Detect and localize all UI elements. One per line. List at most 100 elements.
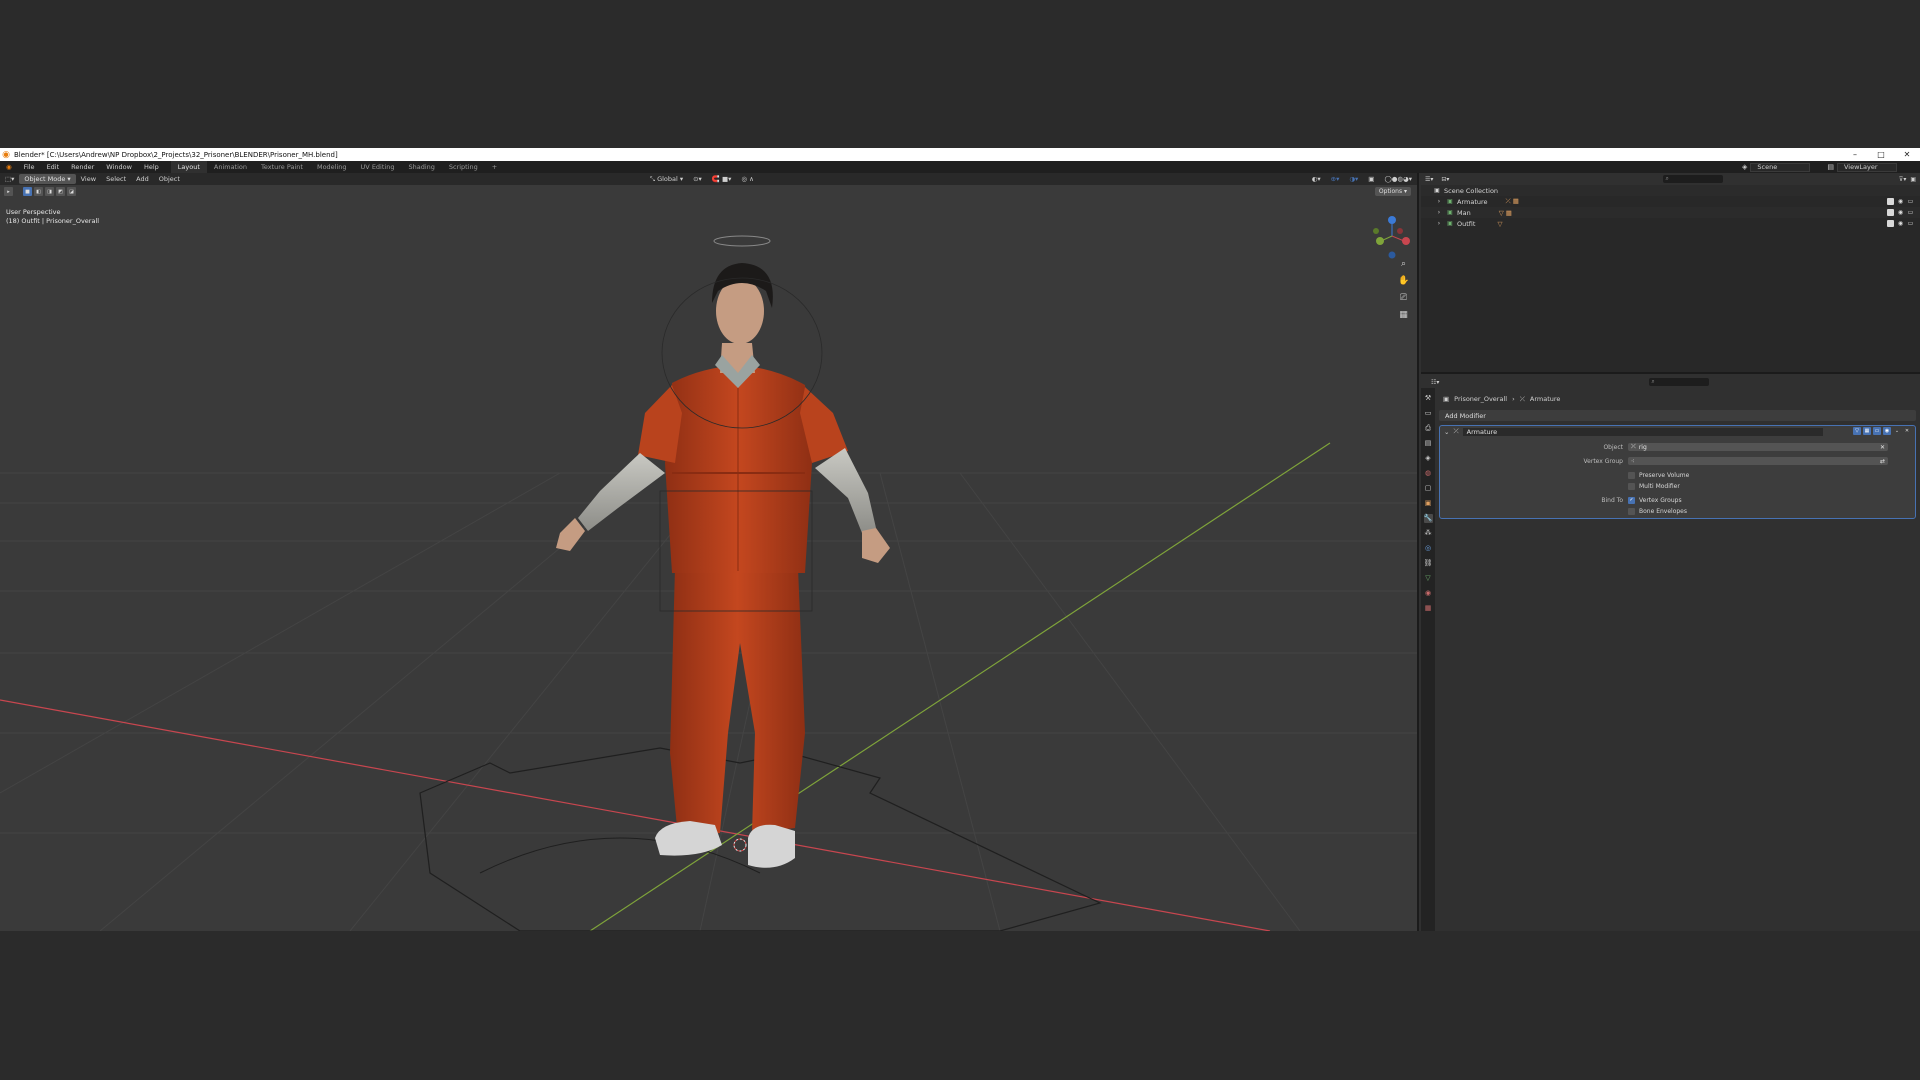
xray-toggle-icon[interactable]: ▣ — [1363, 175, 1379, 183]
pan-hand-icon[interactable]: ✋ — [1398, 276, 1409, 287]
expand-arrow-icon[interactable]: › — [1435, 209, 1443, 217]
menu-select[interactable]: Select — [101, 175, 131, 183]
material-tab-icon[interactable]: ◉ — [1424, 589, 1433, 598]
outliner-item-outfit[interactable]: › ▣ Outfit ▽ ✓ ◉ ▭ — [1421, 218, 1920, 229]
tab-texture-paint[interactable]: Texture Paint — [254, 161, 310, 173]
select-invert-icon[interactable]: ◩ — [56, 187, 65, 196]
collection-tab-icon[interactable]: ▢ — [1424, 484, 1433, 493]
tab-uv-editing[interactable]: UV Editing — [354, 161, 402, 173]
dropdown-icon[interactable]: ⌄ — [1893, 427, 1901, 435]
clear-icon[interactable]: ✕ — [1880, 444, 1885, 451]
select-tool-icon[interactable]: ▸ — [4, 187, 13, 196]
collapse-arrow-icon[interactable]: ⌄ — [1444, 428, 1449, 436]
constraints-tab-icon[interactable]: ⛓ — [1424, 559, 1433, 568]
bone-envelopes-checkbox[interactable] — [1628, 507, 1635, 515]
select-intersect-icon[interactable]: ◪ — [67, 187, 76, 196]
exclude-checkbox[interactable]: ✓ — [1887, 220, 1894, 227]
properties-search-input[interactable]: ⌕ — [1649, 378, 1710, 386]
expand-arrow-icon[interactable]: › — [1435, 198, 1443, 206]
outliner-item-man[interactable]: › ▣ Man ▽ ▦ ✓ ◉ ▭ — [1421, 207, 1920, 218]
close-button[interactable]: ✕ — [1894, 150, 1920, 159]
pivot-icon[interactable]: ⊙▾ — [688, 175, 707, 183]
3d-viewport[interactable]: ⬚▾ Object Mode ▾ View Select Add Object ⤡… — [0, 173, 1419, 931]
overlay-toggle-icon[interactable]: ◑▾ — [1344, 175, 1363, 183]
menu-window[interactable]: Window — [100, 163, 138, 171]
eye-icon[interactable]: ◉ — [1897, 220, 1904, 227]
vertex-groups-checkbox[interactable]: ✓ — [1628, 496, 1635, 504]
remove-modifier-icon[interactable]: ✕ — [1903, 427, 1911, 435]
expand-arrow-icon[interactable]: › — [1435, 220, 1443, 228]
view-layer-tab-icon[interactable]: ▤ — [1424, 439, 1433, 448]
multi-modifier-checkbox[interactable] — [1628, 482, 1635, 490]
render-icon[interactable]: ▭ — [1907, 198, 1914, 205]
mode-dropdown[interactable]: Object Mode ▾ — [19, 174, 76, 184]
menu-add[interactable]: Add — [131, 175, 154, 183]
outliner-search-input[interactable]: ⌕ — [1663, 175, 1724, 183]
camera-view-icon[interactable]: ⎚ — [1398, 293, 1409, 304]
modifier-name-field[interactable]: Armature — [1462, 427, 1823, 436]
transform-orientation-dropdown[interactable]: ⤡ Global ▾ — [645, 175, 688, 184]
menu-file[interactable]: File — [18, 163, 41, 171]
editor-type-icon[interactable]: ⬚▾ — [0, 175, 19, 183]
outliner-item-armature[interactable]: › ▣ Armature ⤫ ▦ ✓ ◉ ▭ — [1421, 196, 1920, 207]
add-workspace-button[interactable]: + — [485, 161, 504, 173]
physics-tab-icon[interactable]: ◎ — [1424, 544, 1433, 553]
particles-tab-icon[interactable]: ⁂ — [1424, 529, 1433, 538]
viewport-toggle-icon[interactable]: ▭ — [1873, 427, 1881, 435]
snap-icon[interactable]: 🧲 ■▾ — [707, 175, 737, 183]
exclude-checkbox[interactable]: ✓ — [1887, 198, 1894, 205]
tool-tab-icon[interactable]: ⚒ — [1424, 394, 1433, 403]
render-toggle-icon[interactable]: ◉ — [1883, 427, 1891, 435]
render-icon[interactable]: ▭ — [1907, 220, 1914, 227]
select-extend-icon[interactable]: ◧ — [34, 187, 43, 196]
zoom-icon[interactable]: ⌕ — [1398, 259, 1409, 270]
filter-icon[interactable]: ⊽▾ — [1899, 176, 1906, 183]
tab-scripting[interactable]: Scripting — [442, 161, 485, 173]
add-modifier-button[interactable]: Add Modifier — [1439, 410, 1916, 421]
menu-render[interactable]: Render — [65, 163, 100, 171]
menu-help[interactable]: Help — [138, 163, 165, 171]
view-object-types-icon[interactable]: ◐▾ — [1307, 175, 1326, 183]
tab-layout[interactable]: Layout — [170, 161, 207, 173]
render-icon[interactable]: ▭ — [1907, 209, 1914, 216]
output-tab-icon[interactable]: ⎙ — [1424, 424, 1433, 433]
view-layer-selector[interactable]: ViewLayer — [1837, 162, 1897, 172]
grid-view-icon[interactable]: ▦ — [1398, 310, 1409, 321]
options-dropdown[interactable]: Options ▾ — [1374, 187, 1411, 196]
tab-modeling[interactable]: Modeling — [310, 161, 354, 173]
world-tab-icon[interactable]: ◍ — [1424, 469, 1433, 478]
outliner-editor-icon[interactable]: ☰▾ — [1425, 176, 1433, 183]
preserve-volume-checkbox[interactable] — [1628, 471, 1635, 479]
vertex-group-field[interactable]: ⁖ ⇄ — [1628, 457, 1888, 465]
scene-tab-icon[interactable]: ◈ — [1424, 454, 1433, 463]
eye-icon[interactable]: ◉ — [1897, 198, 1904, 205]
proportional-edit-icon[interactable]: ◎ ∧ — [736, 175, 759, 183]
scene-selector[interactable]: Scene — [1750, 162, 1811, 172]
texture-tab-icon[interactable]: ▦ — [1424, 604, 1433, 613]
select-subtract-icon[interactable]: ◨ — [45, 187, 54, 196]
new-collection-icon[interactable]: ▣ — [1910, 176, 1916, 183]
menu-view[interactable]: View — [76, 175, 101, 183]
shading-modes-icon[interactable]: ◯●◍◕▾ — [1379, 175, 1417, 183]
data-tab-icon[interactable]: ▽ — [1424, 574, 1433, 583]
properties-editor-icon[interactable]: ☷▾ — [1431, 379, 1439, 386]
menu-edit[interactable]: Edit — [41, 163, 66, 171]
on-cage-toggle-icon[interactable]: ▦ — [1863, 427, 1871, 435]
tab-animation[interactable]: Animation — [207, 161, 254, 173]
edit-mode-toggle-icon[interactable]: ▽ — [1853, 427, 1861, 435]
gizmo-toggle-icon[interactable]: ⊕▾ — [1326, 175, 1345, 183]
tab-shading[interactable]: Shading — [401, 161, 441, 173]
menu-object[interactable]: Object — [154, 175, 185, 183]
select-new-icon[interactable]: ■ — [23, 187, 32, 196]
minimize-button[interactable]: – — [1842, 150, 1868, 159]
blender-menu-icon[interactable]: ◉ — [0, 163, 18, 171]
exclude-checkbox[interactable]: ✓ — [1887, 209, 1894, 216]
object-field[interactable]: ⤫ rig ✕ — [1628, 443, 1888, 451]
scene-collection-row[interactable]: ▣ Scene Collection — [1421, 185, 1920, 196]
display-mode-icon[interactable]: ⊟▾ — [1441, 176, 1449, 183]
maximize-button[interactable]: □ — [1868, 150, 1894, 159]
invert-icon[interactable]: ⇄ — [1880, 458, 1885, 465]
eye-icon[interactable]: ◉ — [1897, 209, 1904, 216]
modifier-tab-icon[interactable]: 🔧 — [1423, 514, 1433, 523]
object-tab-icon[interactable]: ▣ — [1424, 499, 1433, 508]
